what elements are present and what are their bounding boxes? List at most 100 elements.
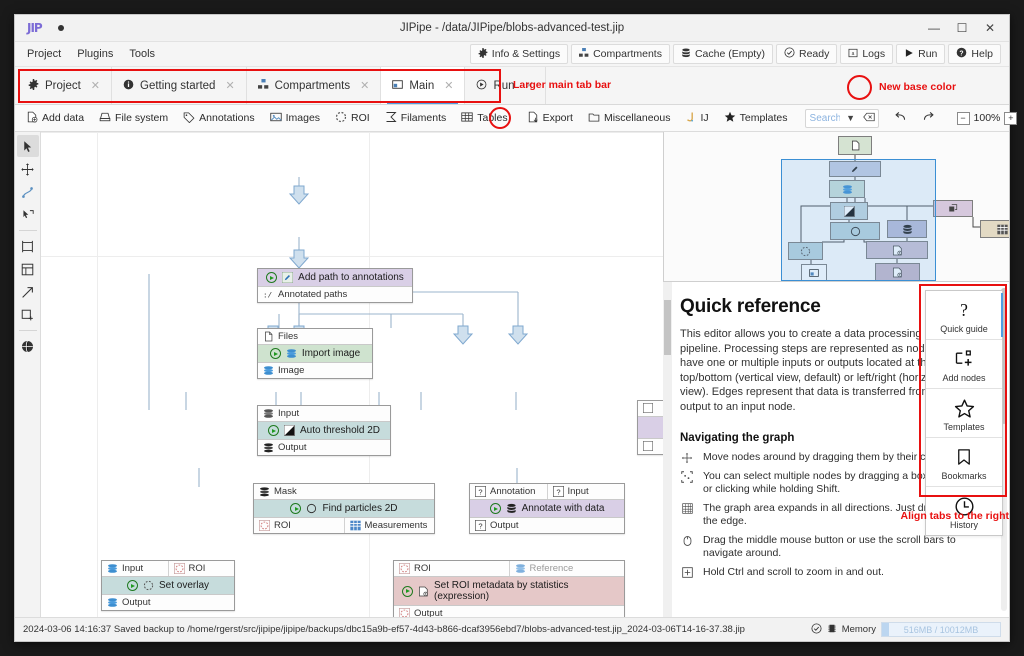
rewire-tool-button[interactable] [17, 204, 39, 226]
tab-main[interactable]: Main ✕ [381, 67, 465, 104]
selection-tool-button[interactable] [17, 135, 39, 157]
node-slot-output[interactable]: Output [258, 440, 390, 455]
help-button[interactable]: ? Help [948, 44, 1001, 64]
tab-close-icon[interactable]: ✕ [91, 79, 100, 92]
toolbar-file-system[interactable]: File system [92, 108, 175, 129]
node-slot-annotated-paths[interactable]: :/ Annotated paths [258, 287, 412, 302]
node-run-button[interactable] [268, 425, 279, 436]
close-button[interactable]: ✕ [977, 17, 1003, 39]
node-run-button[interactable] [402, 586, 413, 597]
node-title-bar[interactable]: Set ROI metadata by statistics (expressi… [394, 577, 624, 605]
memory-bar[interactable]: 516MB / 10012MB [881, 622, 1001, 637]
node-title-bar[interactable]: Annotate with data [470, 500, 624, 517]
graph-node-set-overlay[interactable]: Input ROI Set overlay Output [101, 560, 235, 611]
right-tab-bookmarks[interactable]: Bookmarks [926, 438, 1002, 487]
connect-tool-button[interactable] [17, 181, 39, 203]
scrollbar-thumb[interactable] [664, 300, 671, 355]
node-slot-files[interactable]: Files [258, 329, 372, 344]
graph-node-offscreen-partial[interactable] [637, 400, 664, 455]
compartments-button[interactable]: Compartments [571, 44, 670, 64]
crop-tool-button[interactable] [17, 235, 39, 257]
graph-minimap[interactable] [664, 132, 1009, 282]
graph-node-set-roi-metadata-by-statistics[interactable]: ROI Reference Set ROI metadata by statis… [393, 560, 625, 617]
right-panel-scrollbar[interactable] [663, 282, 672, 617]
tab-close-icon[interactable]: ✕ [360, 79, 369, 92]
toolbar-annotations[interactable]: Annotations [176, 108, 261, 129]
arrow-tool-button[interactable] [17, 281, 39, 303]
node-search-box[interactable]: ▼ [805, 109, 879, 128]
node-title-bar[interactable]: Set overlay [102, 577, 234, 594]
node-slot-roi[interactable]: ROI [254, 518, 344, 533]
undo-button[interactable] [887, 107, 914, 129]
toolbar-roi[interactable]: ROI [328, 108, 377, 129]
node-slot-mask[interactable]: Mask [254, 484, 434, 499]
toolbar-export[interactable]: Export [516, 108, 580, 129]
cache-button[interactable]: Cache (Empty) [673, 44, 773, 64]
node-slot-reference[interactable]: Reference [509, 561, 625, 576]
node-slot-input[interactable]: Input [102, 561, 168, 576]
right-tab-templates[interactable]: Templates [926, 389, 1002, 438]
node-slot-roi[interactable]: ROI [168, 561, 235, 576]
layout-tool-button[interactable] [17, 258, 39, 280]
graph-node-auto-threshold-2d[interactable]: Input Auto threshold 2D Output [257, 405, 391, 456]
node-run-button[interactable] [270, 348, 281, 359]
ready-status-button[interactable]: Ready [776, 44, 837, 64]
toolbar-miscellaneous[interactable]: Miscellaneous [581, 108, 678, 129]
logs-button[interactable]: a Logs [840, 44, 893, 64]
toolbar-templates[interactable]: Templates [717, 108, 795, 129]
graph-node-find-particles-2d[interactable]: Mask Find particles 2D ROI Measurement [253, 483, 435, 534]
node-title-bar[interactable]: Import image [258, 345, 372, 362]
minimize-button[interactable]: — [921, 17, 947, 39]
node-slot-input[interactable]: ? Input [547, 484, 625, 499]
graph-node-import-image[interactable]: Files Import image Image [257, 328, 373, 379]
menu-project[interactable]: Project [19, 45, 69, 63]
graph-node-add-path-to-annotations[interactable]: Add path to annotations :/ Annotated pat… [257, 268, 413, 303]
menu-tools[interactable]: Tools [121, 45, 163, 63]
minimap-viewport-rect[interactable] [781, 159, 936, 281]
right-tab-add-nodes[interactable]: Add nodes [926, 340, 1002, 389]
node-title-bar[interactable] [638, 417, 664, 438]
node-slot-output[interactable]: ? Output [470, 518, 624, 533]
node-run-button[interactable] [266, 272, 277, 283]
zoom-in-button[interactable]: + [1004, 112, 1017, 125]
toolbar-add-data[interactable]: Add data [19, 108, 91, 129]
clear-search-icon[interactable] [860, 112, 878, 124]
node-slot-output[interactable]: Output [102, 595, 234, 610]
node-slot-input[interactable]: Input [258, 406, 390, 421]
tab-project[interactable]: Project ✕ [17, 67, 112, 104]
zoom-out-button[interactable]: − [957, 112, 970, 125]
menu-plugins[interactable]: Plugins [69, 45, 121, 63]
node-title-bar[interactable]: Add path to annotations [258, 269, 412, 286]
node-slot-output[interactable]: Output [394, 606, 624, 617]
node-slot-image[interactable]: Image [258, 363, 372, 378]
node-run-button[interactable] [127, 580, 138, 591]
redo-button[interactable] [915, 107, 942, 129]
tab-compartments[interactable]: Compartments ✕ [247, 67, 382, 104]
node-title-bar[interactable]: Auto threshold 2D [258, 422, 390, 439]
node-slot-annotation[interactable]: ? Annotation [470, 484, 547, 499]
node-run-button[interactable] [290, 503, 301, 514]
search-input[interactable] [806, 112, 842, 125]
node-slot-partial[interactable] [638, 401, 664, 416]
move-tool-button[interactable] [17, 158, 39, 180]
info-settings-button[interactable]: Info & Settings [470, 44, 568, 64]
toolbar-filaments[interactable]: Filaments [378, 108, 454, 129]
toolbar-imagej[interactable]: IJ [679, 108, 716, 129]
node-slot-partial[interactable] [638, 439, 664, 454]
maximize-button[interactable]: ☐ [949, 17, 975, 39]
tab-getting-started[interactable]: Getting started ✕ [112, 67, 247, 104]
tab-close-icon[interactable]: ✕ [444, 79, 453, 92]
node-run-button[interactable] [490, 503, 501, 514]
node-slot-roi[interactable]: ROI [394, 561, 509, 576]
node-slot-measurements[interactable]: Measurements [344, 518, 435, 533]
toolbar-images[interactable]: Images [263, 108, 327, 129]
node-title-bar[interactable]: Find particles 2D [254, 500, 434, 517]
run-button[interactable]: Run [896, 44, 945, 64]
chevron-down-icon[interactable]: ▼ [842, 113, 860, 123]
tab-close-icon[interactable]: ✕ [225, 79, 234, 92]
graph-canvas[interactable]: Add path to annotations :/ Annotated pat… [41, 132, 664, 617]
add-node-tool-button[interactable] [17, 304, 39, 326]
graph-node-annotate-with-data[interactable]: ? Annotation ? Input Annotate with data [469, 483, 625, 534]
globe-tool-button[interactable] [17, 335, 39, 357]
right-tab-quick-guide[interactable]: ? Quick guide [926, 291, 1002, 340]
